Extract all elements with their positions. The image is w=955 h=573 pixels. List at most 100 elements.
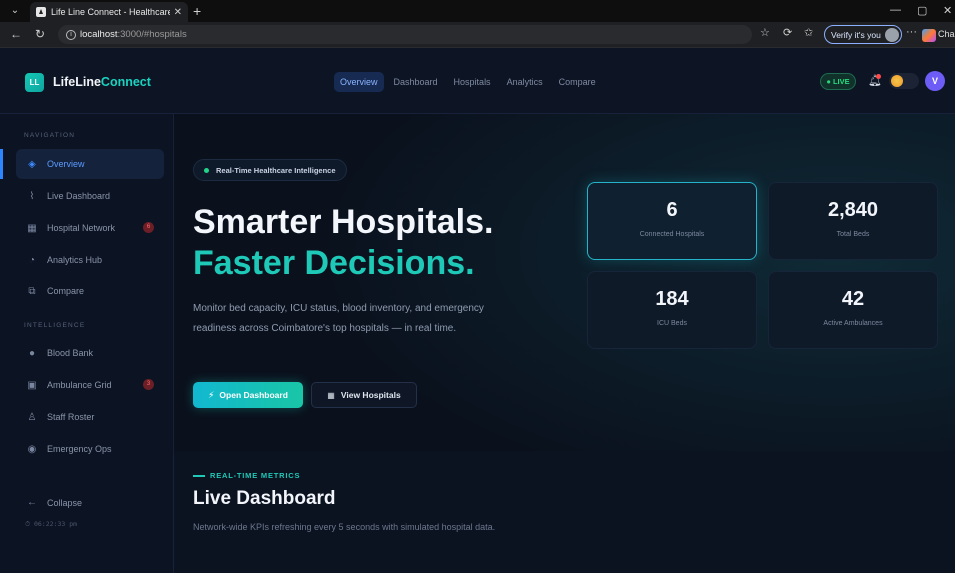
- tab-compare[interactable]: Compare: [553, 72, 602, 92]
- favorites-icon[interactable]: ✩: [804, 26, 813, 39]
- stat-value: 42: [841, 288, 865, 310]
- tab-list-chevron-icon[interactable]: ⌄: [6, 3, 24, 19]
- stat-value: 2,840: [827, 199, 879, 221]
- live-status-badge: ● LIVE: [820, 73, 856, 90]
- tab-title: Life Line Connect - Healthcare Inte: [51, 7, 170, 17]
- back-arrow-icon[interactable]: ←: [10, 27, 22, 41]
- sidebar-item-label: Compare: [47, 286, 85, 296]
- kicker-dash: [193, 474, 205, 477]
- url-host: localhost: [80, 29, 118, 40]
- stat-label: Connected Hospitals: [639, 231, 705, 238]
- metrics-description: Network-wide KPIs refreshing every 5 sec…: [193, 522, 496, 532]
- app-header: LL LifeLineConnect Overview Dashboard Ho…: [0, 48, 955, 114]
- arrow-left-icon: ←: [27, 497, 37, 508]
- browser-toolbar: ← ↻ i localhost :3000/#hospitals ☆ ⟳ ✩ V…: [0, 22, 955, 48]
- analytics-icon: ◔: [28, 254, 36, 266]
- new-tab-button[interactable]: +: [193, 2, 201, 20]
- hospital-icon: ▦: [327, 390, 335, 400]
- copilot-icon[interactable]: [922, 29, 936, 42]
- blood-drop-icon: ●: [28, 347, 36, 359]
- tab-close-icon[interactable]: ✕: [174, 7, 182, 18]
- copilot-label[interactable]: Cha: [938, 29, 955, 39]
- verify-profile-button[interactable]: Verify it's you: [824, 25, 902, 44]
- profile-avatar-icon: [884, 27, 899, 42]
- sidebar-clock: ⏱ 06:22:33 pm: [25, 520, 78, 528]
- verify-label: Verify it's you: [831, 29, 881, 40]
- hero-title-line1: Smarter Hospitals.: [193, 203, 494, 241]
- status-dot: [204, 167, 209, 173]
- metrics-title: Live Dashboard: [193, 488, 336, 509]
- favicon-icon: [36, 7, 46, 17]
- layers-icon: ◈: [28, 158, 36, 170]
- user-avatar[interactable]: V: [925, 71, 945, 91]
- hero-title-line2: Faster Decisions.: [193, 244, 475, 282]
- stat-label: ICU Beds: [657, 320, 687, 327]
- maximize-icon[interactable]: ▢: [917, 4, 927, 17]
- sidebar-item-staff-roster[interactable]: ♙ Staff Roster: [16, 402, 164, 432]
- kicker-text: REAL-TIME METRICS: [210, 471, 301, 480]
- sidebar-item-label: Analytics Hub: [47, 255, 103, 265]
- lightning-icon: ⚡︎: [208, 389, 215, 400]
- sidebar-item-compare[interactable]: ⧉ Compare: [16, 276, 164, 306]
- sidebar-item-emergency-ops[interactable]: ◉ Emergency Ops: [16, 434, 164, 464]
- sidebar-item-overview[interactable]: ◈ Overview: [0, 149, 164, 179]
- hero-description: Monitor bed capacity, ICU status, blood …: [193, 303, 484, 334]
- logo-main: LifeLine: [53, 75, 101, 89]
- compare-icon: ⧉: [28, 285, 36, 297]
- count-badge: 3: [143, 379, 154, 390]
- open-dashboard-label: Open Dashboard: [219, 390, 288, 400]
- theme-toggle[interactable]: [889, 73, 919, 89]
- site-info-icon[interactable]: i: [66, 29, 76, 40]
- sun-icon: [891, 75, 903, 87]
- reload-icon[interactable]: ↻: [35, 27, 45, 41]
- open-dashboard-button[interactable]: ⚡︎ Open Dashboard: [193, 382, 303, 408]
- stat-card-connected-hospitals[interactable]: 6 Connected Hospitals: [587, 182, 757, 260]
- stat-label: Total Beds: [836, 231, 870, 238]
- sidebar-item-label: Staff Roster: [47, 412, 95, 422]
- extensions-icon[interactable]: ⟳: [783, 26, 792, 39]
- collapse-button[interactable]: ← Collapse: [25, 497, 82, 508]
- sidebar-section-navigation: NAVIGATION: [24, 132, 76, 139]
- staff-icon: ♙: [27, 411, 37, 423]
- emergency-pin-icon: ◉: [27, 443, 37, 455]
- sidebar-section-intelligence: INTELLIGENCE: [24, 322, 86, 329]
- hero-pill-text: Real-Time Healthcare Intelligence: [216, 165, 336, 175]
- stat-card-total-beds[interactable]: 2,840 Total Beds: [768, 182, 938, 260]
- ambulance-icon: ▣: [27, 379, 37, 391]
- top-nav: Overview Dashboard Hospitals Analytics C…: [334, 72, 602, 92]
- favorite-star-icon[interactable]: ☆: [760, 26, 770, 39]
- tab-dashboard[interactable]: Dashboard: [388, 72, 444, 92]
- tab-hospitals[interactable]: Hospitals: [448, 72, 497, 92]
- view-hospitals-label: View Hospitals: [340, 390, 401, 400]
- sidebar-item-label: Ambulance Grid: [47, 380, 112, 390]
- main-content: Real-Time Healthcare Intelligence Smarte…: [174, 114, 955, 573]
- sidebar-item-label: Blood Bank: [47, 348, 94, 358]
- sidebar-item-analytics-hub[interactable]: ◔ Analytics Hub: [16, 245, 164, 275]
- more-menu-icon[interactable]: ···: [906, 26, 917, 38]
- tab-overview[interactable]: Overview: [334, 72, 384, 92]
- app-root: LL LifeLineConnect Overview Dashboard Ho…: [0, 48, 955, 573]
- stat-value: 184: [655, 288, 689, 310]
- stat-card-icu-beds[interactable]: 184 ICU Beds: [587, 271, 757, 349]
- address-bar[interactable]: i localhost :3000/#hospitals: [58, 25, 752, 44]
- view-hospitals-button[interactable]: ▦ View Hospitals: [311, 382, 417, 408]
- sidebar-item-hospital-network[interactable]: ▦ Hospital Network 6: [16, 213, 164, 243]
- minimize-icon[interactable]: —: [890, 4, 901, 16]
- close-window-icon[interactable]: ✕: [943, 4, 952, 17]
- logo-mark: LL: [25, 73, 44, 92]
- hero-pill: Real-Time Healthcare Intelligence: [193, 159, 347, 181]
- stat-value: 6: [666, 199, 678, 221]
- sidebar-item-blood-bank[interactable]: ● Blood Bank: [16, 338, 164, 368]
- count-badge: 6: [143, 222, 154, 233]
- sidebar-item-ambulance-grid[interactable]: ▣ Ambulance Grid 3: [16, 370, 164, 400]
- hospital-icon: ▦: [27, 222, 37, 234]
- sidebar-item-live-dashboard[interactable]: ⌇ Live Dashboard: [16, 181, 164, 211]
- sidebar-item-label: Live Dashboard: [47, 191, 111, 201]
- collapse-label: Collapse: [47, 497, 83, 508]
- browser-tab[interactable]: Life Line Connect - Healthcare Inte ✕: [30, 2, 188, 22]
- stat-card-active-ambulances[interactable]: 42 Active Ambulances: [768, 271, 938, 349]
- sidebar: NAVIGATION ◈ Overview ⌇ Live Dashboard ▦…: [0, 114, 174, 573]
- notification-dot: [876, 74, 881, 79]
- tab-analytics[interactable]: Analytics: [501, 72, 549, 92]
- logo-text[interactable]: LifeLineConnect: [53, 75, 151, 89]
